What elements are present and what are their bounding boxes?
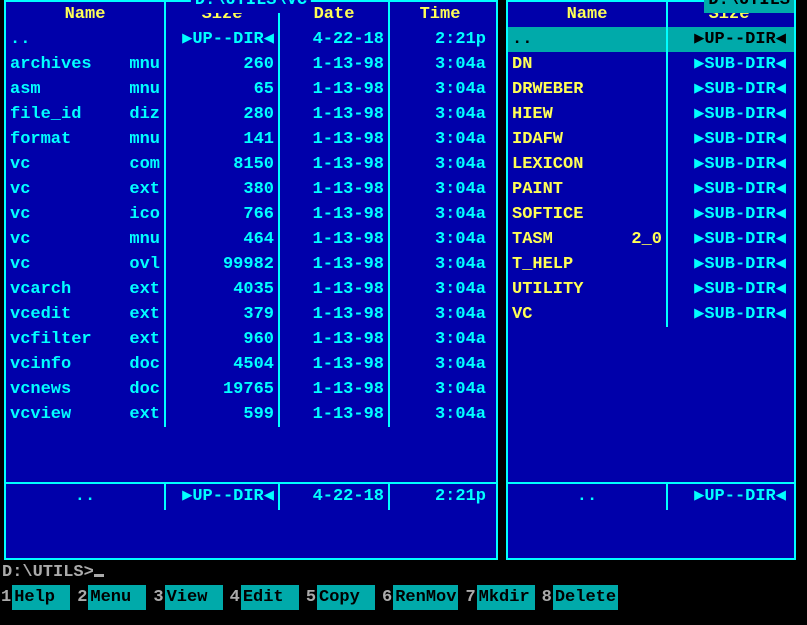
header-name: Name <box>508 2 668 27</box>
file-row[interactable]: DN▶SUB-DIR◀ <box>508 52 794 77</box>
fkey-edit[interactable]: 4Edit <box>229 585 299 610</box>
header-name: Name <box>6 2 166 27</box>
fkey-help[interactable]: 1Help <box>0 585 70 610</box>
file-row[interactable]: IDAFW▶SUB-DIR◀ <box>508 127 794 152</box>
status-date: 4-22-18 <box>280 484 390 510</box>
file-row[interactable]: vcviewext5991-13-983:04a <box>6 402 496 427</box>
file-row[interactable]: vcico7661-13-983:04a <box>6 202 496 227</box>
file-row[interactable]: TASM2_0▶SUB-DIR◀ <box>508 227 794 252</box>
right-panel: D:\UTILS Name Size ..▶UP--DIR◀DN▶SUB-DIR… <box>506 0 796 560</box>
right-panel-title: D:\UTILS <box>704 0 794 13</box>
left-file-list[interactable]: ..▶UP--DIR◀4-22-182:21parchivesmnu2601-1… <box>6 27 496 482</box>
file-row[interactable]: vcext3801-13-983:04a <box>6 177 496 202</box>
file-row[interactable]: PAINT▶SUB-DIR◀ <box>508 177 794 202</box>
file-row[interactable]: asmmnu651-13-983:04a <box>6 77 496 102</box>
fkey-renmov[interactable]: 6RenMov <box>381 585 458 610</box>
file-row[interactable]: UTILITY▶SUB-DIR◀ <box>508 277 794 302</box>
file-row[interactable]: vcarchext40351-13-983:04a <box>6 277 496 302</box>
file-row[interactable]: archivesmnu2601-13-983:04a <box>6 52 496 77</box>
left-panel-title: D:\UTILS\VC <box>191 0 311 13</box>
file-row[interactable]: file_iddiz2801-13-983:04a <box>6 102 496 127</box>
file-row[interactable]: vceditext3791-13-983:04a <box>6 302 496 327</box>
file-row[interactable]: vcnewsdoc197651-13-983:04a <box>6 377 496 402</box>
file-row[interactable]: vcovl999821-13-983:04a <box>6 252 496 277</box>
fkey-view[interactable]: 3View <box>152 585 222 610</box>
status-name: .. <box>6 484 166 510</box>
cursor-icon <box>94 574 104 577</box>
command-prompt[interactable]: D:\UTILS> <box>0 560 807 585</box>
right-status-row: .. ▶UP--DIR◀ <box>508 482 794 510</box>
left-panel: D:\UTILS\VC Name Size Date Time ..▶UP--D… <box>4 0 498 560</box>
function-key-bar: 1Help2Menu3View 4Edit5Copy6RenMov7Mkdir 8D… <box>0 585 807 610</box>
file-row[interactable]: VC▶SUB-DIR◀ <box>508 302 794 327</box>
header-time: Time <box>390 2 490 27</box>
prompt-text: D:\UTILS> <box>2 563 94 582</box>
left-status-row: .. ▶UP--DIR◀ 4-22-18 2:21p <box>6 482 496 510</box>
right-file-list[interactable]: ..▶UP--DIR◀DN▶SUB-DIR◀DRWEBER▶SUB-DIR◀HI… <box>508 27 794 482</box>
file-row[interactable]: vccom81501-13-983:04a <box>6 152 496 177</box>
file-row[interactable]: HIEW▶SUB-DIR◀ <box>508 102 794 127</box>
fkey-delete[interactable]: 8Delete <box>541 585 618 610</box>
file-row[interactable]: vcmnu4641-13-983:04a <box>6 227 496 252</box>
file-row[interactable]: DRWEBER▶SUB-DIR◀ <box>508 77 794 102</box>
fkey-mkdir[interactable]: 7Mkdir <box>464 585 534 610</box>
fkey-menu[interactable]: 2Menu <box>76 585 146 610</box>
file-row[interactable]: ..▶UP--DIR◀4-22-182:21p <box>6 27 496 52</box>
file-row[interactable]: vcinfodoc45041-13-983:04a <box>6 352 496 377</box>
status-time: 2:21p <box>390 484 490 510</box>
file-row[interactable]: SOFTICE▶SUB-DIR◀ <box>508 202 794 227</box>
file-row[interactable]: T_HELP▶SUB-DIR◀ <box>508 252 794 277</box>
status-size: ▶UP--DIR◀ <box>166 484 280 510</box>
file-row[interactable]: vcfilterext9601-13-983:04a <box>6 327 496 352</box>
status-name: .. <box>508 484 668 510</box>
file-row[interactable]: formatmnu1411-13-983:04a <box>6 127 496 152</box>
fkey-copy[interactable]: 5Copy <box>305 585 375 610</box>
status-size: ▶UP--DIR◀ <box>668 484 790 510</box>
file-row[interactable]: LEXICON▶SUB-DIR◀ <box>508 152 794 177</box>
file-row[interactable]: ..▶UP--DIR◀ <box>508 27 794 52</box>
